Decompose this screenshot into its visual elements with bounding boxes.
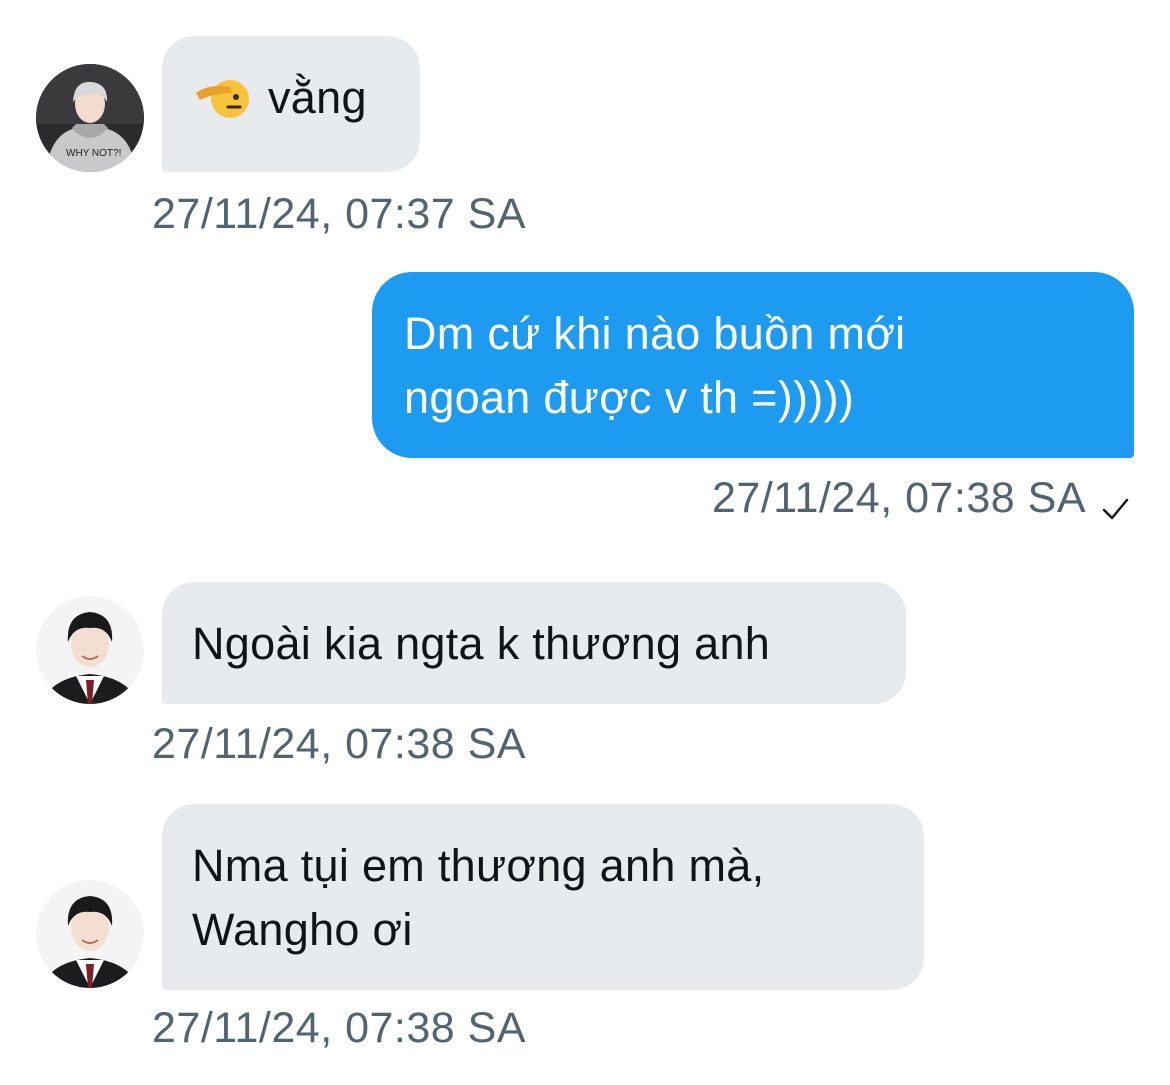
message-bubble[interactable]: Dm cứ khi nào buồn mới ngoan được v th =… — [372, 272, 1134, 458]
svg-text:WHY NOT?!: WHY NOT?! — [66, 148, 121, 159]
message-text-line: Dm cứ khi nào buồn mới — [404, 308, 906, 359]
avatar[interactable] — [36, 880, 144, 988]
message-bubble[interactable]: vằng — [162, 36, 420, 172]
message-text-line: ngoan được v th =))))) — [404, 372, 855, 423]
message-text-line: Nma tụi em thương anh mà, — [192, 840, 765, 891]
saluting-face-icon — [192, 73, 250, 121]
message-timestamp-row: 27/11/24, 07:38 SA — [712, 474, 1130, 523]
message-text: vằng — [268, 72, 367, 123]
avatar[interactable] — [36, 596, 144, 704]
avatar[interactable]: WHY NOT?! — [36, 64, 144, 172]
checkmark-icon — [1100, 486, 1130, 519]
message-timestamp: 27/11/24, 07:37 SA — [152, 190, 526, 238]
message-timestamp: 27/11/24, 07:38 SA — [152, 720, 526, 768]
message-bubble[interactable]: Ngoài kia ngta k thương anh — [162, 582, 906, 704]
message-text-line: Wangho ơi — [192, 904, 413, 955]
message-bubble[interactable]: Nma tụi em thương anh mà, Wangho ơi — [162, 804, 924, 990]
message-text: Ngoài kia ngta k thương anh — [192, 618, 771, 669]
message-timestamp: 27/11/24, 07:38 SA — [712, 474, 1086, 522]
message-timestamp: 27/11/24, 07:38 SA — [152, 1004, 526, 1052]
